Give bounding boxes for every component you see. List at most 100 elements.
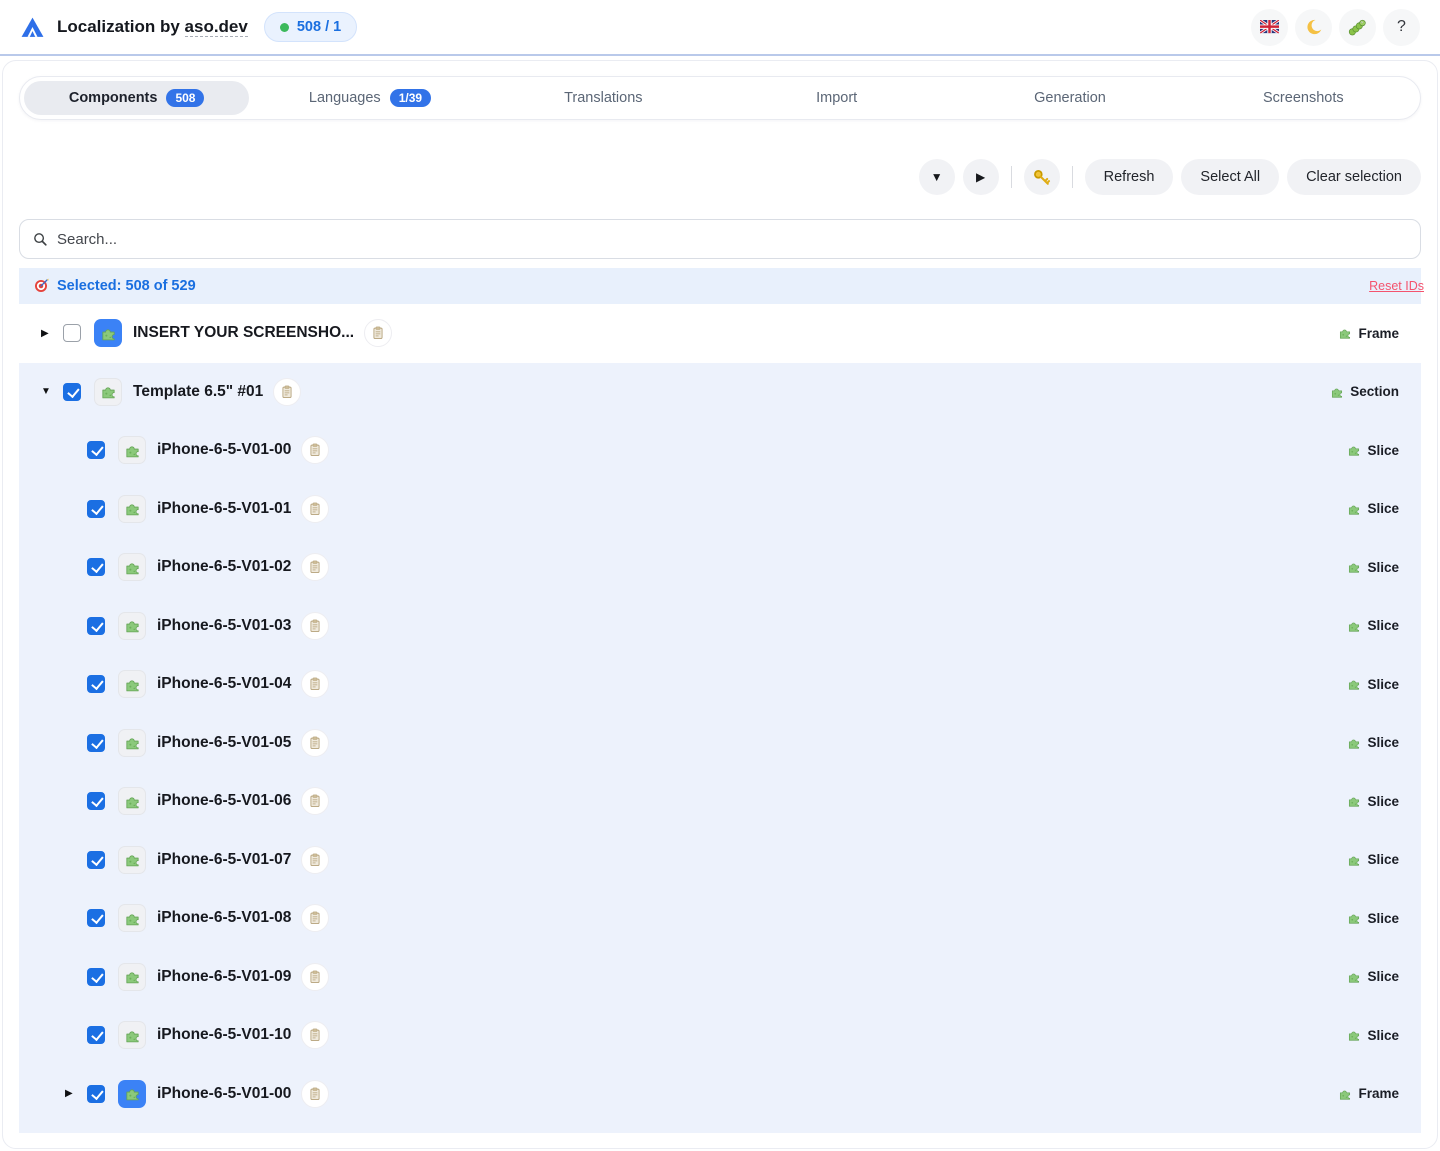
expand-arrow-icon[interactable]: ▼ (41, 386, 63, 397)
tree-row[interactable]: ▶ iPhone-6-5-V01-00 Frame (19, 1065, 1421, 1124)
layer-type-label: Slice (1347, 1028, 1421, 1043)
api-key-button[interactable] (1024, 159, 1060, 195)
toolbar: ▼ ▶ Refresh Select All Clear selection (19, 159, 1421, 195)
copy-name-button[interactable] (301, 846, 329, 874)
puzzle-icon (1338, 1087, 1352, 1101)
copy-name-button[interactable] (301, 495, 329, 523)
reset-ids-link[interactable]: Reset IDs (1369, 279, 1424, 293)
copy-name-button[interactable] (301, 612, 329, 640)
expand-all-button[interactable]: ▶ (963, 159, 999, 195)
row-checkbox[interactable] (63, 324, 81, 342)
tab-bar: Components 508 Languages 1/39 Translatio… (19, 76, 1421, 120)
layer-name: iPhone-6-5-V01-04 (157, 675, 291, 693)
expand-arrow-icon[interactable]: ▶ (65, 1088, 87, 1099)
layer-puzzle-icon (118, 963, 146, 991)
row-checkbox[interactable] (87, 500, 105, 518)
tree-row[interactable]: iPhone-6-5-V01-07 Slice (19, 831, 1421, 890)
tree-row[interactable]: iPhone-6-5-V01-03 Slice (19, 597, 1421, 656)
layer-name: iPhone-6-5-V01-06 (157, 792, 291, 810)
copy-name-button[interactable] (301, 1080, 329, 1108)
language-flag-button[interactable] (1251, 9, 1288, 46)
layer-puzzle-icon (118, 904, 146, 932)
layer-type-text: Slice (1367, 443, 1399, 458)
clear-selection-button[interactable]: Clear selection (1287, 159, 1421, 195)
tab-languages[interactable]: Languages 1/39 (253, 77, 486, 119)
layer-type-label: Slice (1347, 969, 1421, 984)
copy-name-button[interactable] (301, 963, 329, 991)
copy-name-button[interactable] (301, 553, 329, 581)
row-checkbox[interactable] (87, 675, 105, 693)
aso-dev-logo-icon (20, 15, 45, 40)
search-input[interactable] (57, 231, 1408, 248)
layer-type-text: Slice (1367, 911, 1399, 926)
tab-components-badge: 508 (166, 89, 204, 107)
tree-row[interactable]: iPhone-6-5-V01-04 Slice (19, 655, 1421, 714)
tab-import[interactable]: Import (720, 77, 953, 119)
copy-name-button[interactable] (301, 436, 329, 464)
layer-name: iPhone-6-5-V01-00 (157, 1085, 291, 1103)
clipboard-icon (308, 560, 322, 574)
key-icon (1032, 168, 1051, 187)
layer-type-label: Slice (1347, 794, 1421, 809)
tree-row[interactable]: iPhone-6-5-V01-02 Slice (19, 538, 1421, 597)
clipboard-icon (308, 970, 322, 984)
tree-row[interactable]: iPhone-6-5-V01-10 Slice (19, 1006, 1421, 1065)
row-checkbox[interactable] (87, 617, 105, 635)
collapse-all-button[interactable]: ▼ (919, 159, 955, 195)
tab-translations[interactable]: Translations (487, 77, 720, 119)
tab-label: Translations (564, 90, 642, 106)
copy-name-button[interactable] (301, 787, 329, 815)
row-checkbox[interactable] (87, 792, 105, 810)
layer-name: iPhone-6-5-V01-02 (157, 558, 291, 576)
tree-row[interactable]: ▼ Template 6.5" #01 Section (19, 363, 1421, 422)
tree-row[interactable]: iPhone-6-5-V01-08 Slice (19, 889, 1421, 948)
tree-row[interactable]: iPhone-6-5-V01-01 Slice (19, 480, 1421, 539)
copy-name-button[interactable] (301, 1021, 329, 1049)
row-checkbox[interactable] (63, 383, 81, 401)
search-icon (32, 231, 49, 248)
tab-label: Languages (309, 90, 381, 106)
clipboard-icon (308, 619, 322, 633)
tab-components[interactable]: Components 508 (24, 81, 249, 115)
row-checkbox[interactable] (87, 909, 105, 927)
puzzle-icon (1347, 619, 1361, 633)
row-checkbox[interactable] (87, 1085, 105, 1103)
tab-screenshots[interactable]: Screenshots (1187, 77, 1420, 119)
dark-mode-button[interactable] (1295, 9, 1332, 46)
tree-row[interactable]: iPhone-6-5-V01-06 Slice (19, 772, 1421, 831)
copy-name-button[interactable] (301, 670, 329, 698)
copy-name-button[interactable] (364, 319, 392, 347)
copy-name-button[interactable] (301, 904, 329, 932)
clipboard-icon (308, 443, 322, 457)
row-checkbox[interactable] (87, 558, 105, 576)
tree-row[interactable]: ▶ INSERT YOUR SCREENSHO... Frame (19, 304, 1421, 363)
layer-puzzle-icon (118, 1021, 146, 1049)
tree-row[interactable]: iPhone-6-5-V01-00 Slice (19, 421, 1421, 480)
debug-button[interactable] (1339, 9, 1376, 46)
expand-arrow-icon[interactable]: ▶ (41, 328, 63, 339)
refresh-button[interactable]: Refresh (1085, 159, 1174, 195)
puzzle-icon (1347, 1028, 1361, 1042)
row-checkbox[interactable] (87, 734, 105, 752)
select-all-button[interactable]: Select All (1181, 159, 1279, 195)
clipboard-icon (308, 794, 322, 808)
tab-generation[interactable]: Generation (953, 77, 1186, 119)
aso-dev-link[interactable]: aso.dev (185, 17, 248, 37)
tree-row[interactable]: iPhone-6-5-V01-05 Slice (19, 714, 1421, 773)
component-tree: ▶ INSERT YOUR SCREENSHO... Frame ▼ Templ… (19, 304, 1421, 1133)
target-icon (33, 278, 49, 294)
toolbar-divider (1072, 166, 1073, 188)
row-checkbox[interactable] (87, 968, 105, 986)
copy-name-button[interactable] (301, 729, 329, 757)
layer-type-label: Slice (1347, 560, 1421, 575)
layer-puzzle-icon (118, 787, 146, 815)
copy-name-button[interactable] (273, 378, 301, 406)
row-checkbox[interactable] (87, 1026, 105, 1044)
selection-status-bar: Selected: 508 of 529 Reset IDs (19, 268, 1421, 304)
row-checkbox[interactable] (87, 851, 105, 869)
tree-row[interactable]: iPhone-6-5-V01-09 Slice (19, 948, 1421, 1007)
help-button[interactable]: ? (1383, 9, 1420, 46)
layer-type-text: Slice (1367, 794, 1399, 809)
row-checkbox[interactable] (87, 441, 105, 459)
layer-name: iPhone-6-5-V01-03 (157, 617, 291, 635)
